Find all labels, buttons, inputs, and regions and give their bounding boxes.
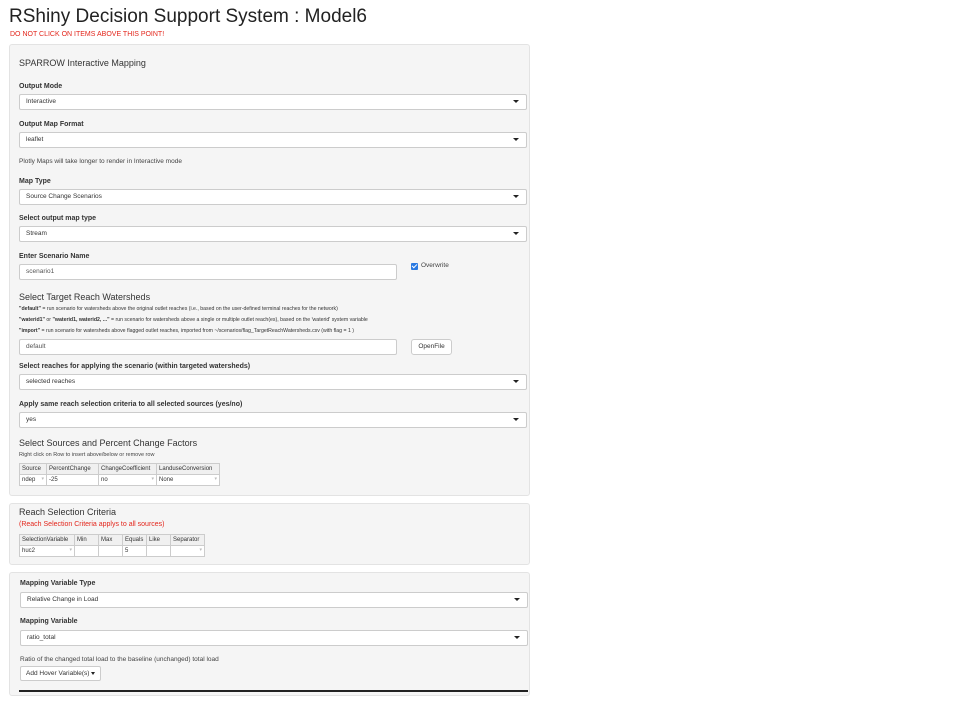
warning-text: DO NOT CLICK ON ITEMS ABOVE THIS POINT! <box>10 31 165 38</box>
table-cell[interactable]: huc2 <box>19 545 75 557</box>
output-mode-value: Interactive <box>26 98 56 105</box>
panel-title: SPARROW Interactive Mapping <box>19 58 146 68</box>
overwrite-label: Overwrite <box>421 262 449 269</box>
map-type-select[interactable]: Source Change Scenarios <box>19 189 527 205</box>
column-header: LanduseConversion <box>156 463 220 475</box>
output-mode-label: Output Mode <box>19 83 63 90</box>
table-cell[interactable]: 5 <box>122 545 147 557</box>
same-criteria-value: yes <box>26 416 37 423</box>
table-cell[interactable]: no <box>98 474 157 486</box>
output-map-type-value: Stream <box>26 230 47 237</box>
column-header: Like <box>146 534 171 546</box>
output-map-type-label: Select output map type <box>19 215 97 222</box>
scenario-name-input[interactable]: scenario1 <box>19 264 397 280</box>
column-header: ChangeCoefficient <box>98 463 157 475</box>
table-cell[interactable] <box>146 545 171 557</box>
mapping-variable-value: ratio_total <box>27 634 56 641</box>
table-cell[interactable]: None <box>156 474 220 486</box>
column-header: Equals <box>122 534 147 546</box>
table-header-row: Source PercentChange ChangeCoefficient L… <box>19 463 220 475</box>
reaches-apply-label: Select reaches for applying the scenario… <box>19 363 251 370</box>
sources-title: Select Sources and Percent Change Factor… <box>19 438 198 448</box>
caret-down-icon <box>513 100 519 103</box>
output-map-format-select[interactable]: leaflet <box>19 132 527 148</box>
same-criteria-label: Apply same reach selection criteria to a… <box>19 401 243 408</box>
table-header-row: SelectionVariable Min Max Equals Like Se… <box>19 534 205 546</box>
table-cell[interactable] <box>98 545 123 557</box>
reaches-apply-value: selected reaches <box>26 378 76 385</box>
add-hover-variable-label: Add Hover Variable(s) <box>26 670 90 677</box>
note-default: "default" = run scenario for watersheds … <box>19 306 338 312</box>
variable-type-label: Mapping Variable Type <box>20 580 96 587</box>
map-type-label: Map Type <box>19 178 51 185</box>
caret-down-icon <box>513 195 519 198</box>
reach-selection-panel: Reach Selection Criteria (Reach Selectio… <box>9 503 530 565</box>
sources-table[interactable]: Source PercentChange ChangeCoefficient L… <box>19 463 220 486</box>
column-header: SelectionVariable <box>19 534 75 546</box>
caret-down-icon <box>513 380 519 383</box>
table-cell[interactable]: ndep <box>19 474 47 486</box>
reach-criteria-table[interactable]: SelectionVariable Min Max Equals Like Se… <box>19 534 205 557</box>
output-mode-select[interactable]: Interactive <box>19 94 527 110</box>
target-watersheds-input[interactable]: default <box>19 339 397 355</box>
column-header: Source <box>19 463 47 475</box>
output-map-format-label: Output Map Format <box>19 121 84 128</box>
note-import: "import" = run scenario for watersheds a… <box>19 328 355 334</box>
variable-type-value: Relative Change in Load <box>27 596 99 603</box>
mapping-variable-label: Mapping Variable <box>20 618 78 625</box>
scenario-name-label: Enter Scenario Name <box>19 253 90 260</box>
mapping-variable-panel: Mapping Variable Type Relative Change in… <box>9 572 530 696</box>
output-map-format-value: leaflet <box>26 136 44 143</box>
reach-selection-title: Reach Selection Criteria <box>19 507 117 517</box>
column-header: Min <box>74 534 99 546</box>
sources-help: Right click on Row to insert above/below… <box>19 452 155 458</box>
page-title: RShiny Decision Support System : Model6 <box>9 6 367 27</box>
output-map-type-select[interactable]: Stream <box>19 226 527 242</box>
table-row[interactable]: huc2 5 <box>19 545 205 557</box>
reach-selection-note: (Reach Selection Criteria applys to all … <box>19 521 165 528</box>
note-waterid: "waterid1" or "waterid1, waterid2, ..." … <box>19 317 368 323</box>
caret-down-icon <box>513 138 519 141</box>
column-header: Separator <box>170 534 205 546</box>
column-header: PercentChange <box>46 463 99 475</box>
reaches-apply-select[interactable]: selected reaches <box>19 374 527 390</box>
caret-down-icon <box>514 636 520 639</box>
mapping-variable-select[interactable]: ratio_total <box>20 630 528 646</box>
column-header: Max <box>98 534 123 546</box>
table-row[interactable]: ndep -25 no None <box>19 474 220 486</box>
overwrite-checkbox[interactable] <box>411 263 418 270</box>
variable-type-select[interactable]: Relative Change in Load <box>20 592 528 608</box>
add-hover-variable-button[interactable]: Add Hover Variable(s) <box>20 666 102 681</box>
divider <box>19 690 528 692</box>
map-type-value: Source Change Scenarios <box>26 193 102 200</box>
caret-down-icon <box>513 232 519 235</box>
caret-down-icon <box>513 418 519 421</box>
variable-description: Ratio of the changed total load to the b… <box>20 656 219 663</box>
caret-down-icon <box>514 598 520 601</box>
caret-down-icon <box>91 671 96 675</box>
plotly-note: Plotly Maps will take longer to render i… <box>19 158 182 165</box>
target-watersheds-title: Select Target Reach Watersheds <box>19 292 151 302</box>
table-cell[interactable]: -25 <box>46 474 99 486</box>
table-cell[interactable] <box>170 545 205 557</box>
mapping-panel: SPARROW Interactive Mapping Output Mode … <box>9 44 530 496</box>
same-criteria-select[interactable]: yes <box>19 412 527 428</box>
openfile-button[interactable]: OpenFile <box>411 339 452 355</box>
table-cell[interactable] <box>74 545 99 557</box>
